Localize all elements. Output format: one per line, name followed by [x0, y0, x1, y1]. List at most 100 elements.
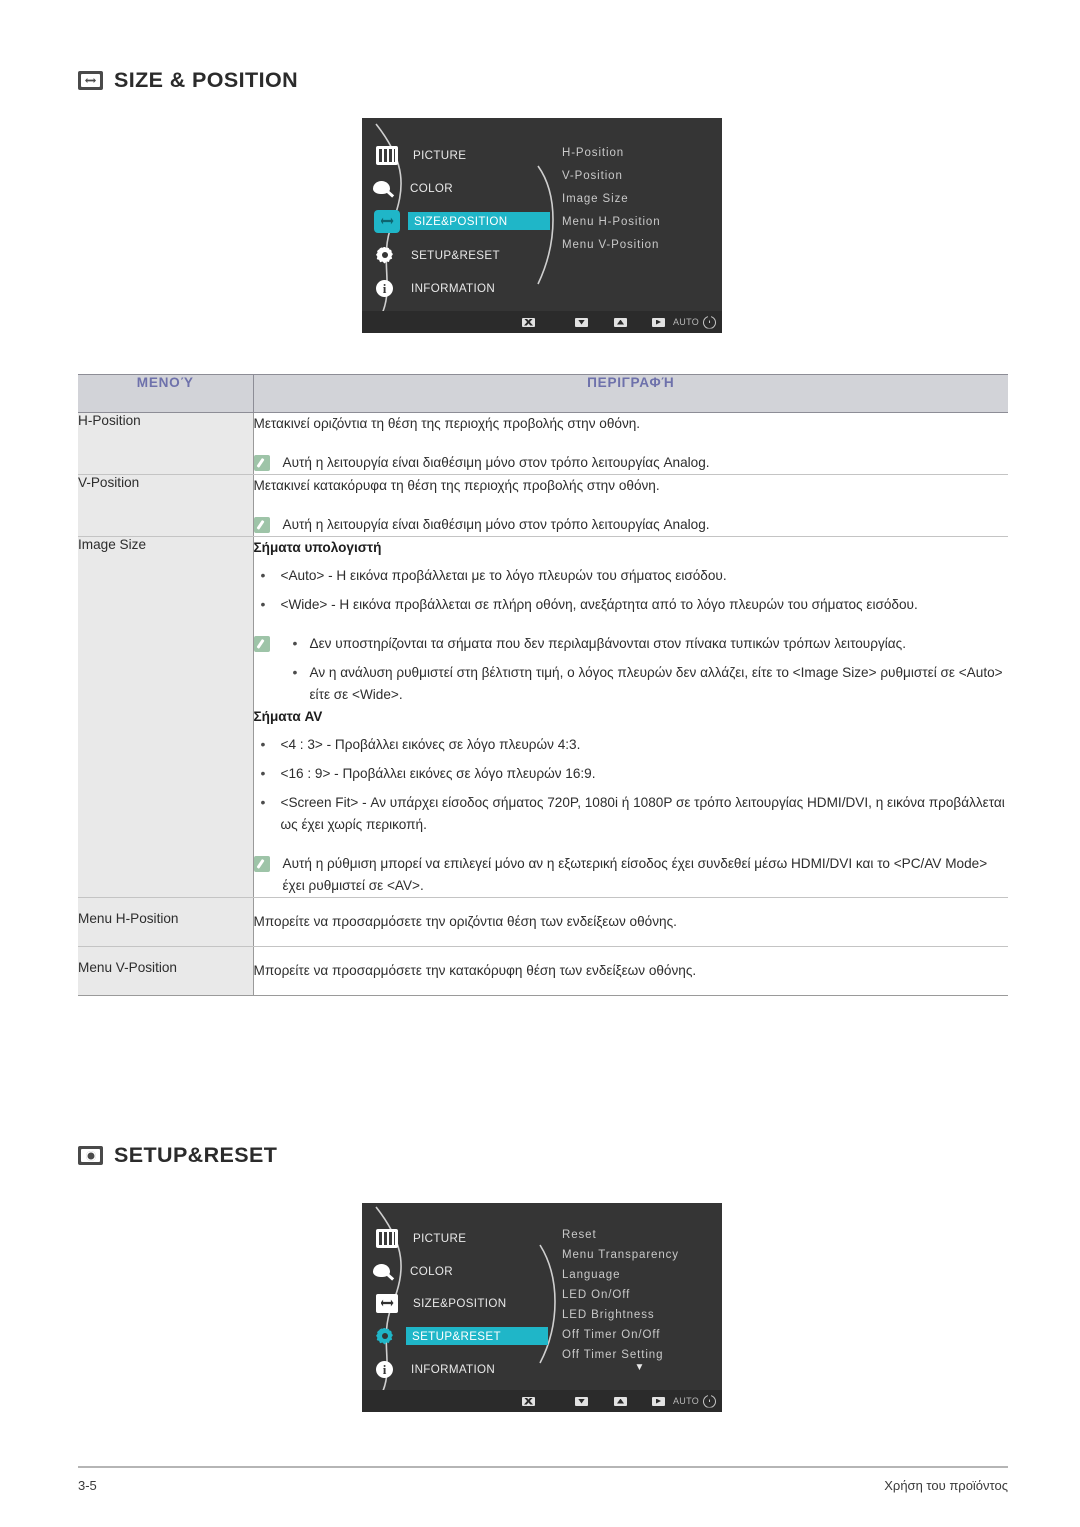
description-text: Μετακινεί κατακόρυφα τη θέση της περιοχή…: [253, 478, 660, 494]
osd-item-information[interactable]: INFORMATION: [374, 277, 500, 299]
enter-icon[interactable]: [652, 317, 665, 327]
down-icon[interactable]: [575, 317, 588, 327]
note-text: Αυτή η ρύθμιση μπορεί να επιλεγεί μόνο α…: [282, 856, 988, 894]
size-position-icon: [78, 71, 103, 90]
osd-item-color[interactable]: COLOR: [373, 177, 458, 199]
osd-button-bar: AUTO: [362, 1390, 722, 1412]
osd-item-size-position[interactable]: SIZE&POSITION: [376, 1292, 511, 1314]
osd-submenu-item[interactable]: LED On/Off: [562, 1289, 717, 1301]
up-icon[interactable]: [614, 1396, 627, 1406]
power-icon[interactable]: [703, 315, 716, 329]
row-menu-name: Menu H-Position: [78, 897, 254, 948]
note-icon: [253, 455, 270, 472]
osd-submenu-item[interactable]: Off Timer On/Off: [562, 1329, 717, 1341]
osd-item-setup-reset[interactable]: SETUP&RESET: [374, 1325, 548, 1347]
palette-icon: [373, 179, 395, 198]
osd-item-label: COLOR: [410, 1264, 453, 1278]
note-icon: [253, 517, 270, 534]
row-description: Μετακινεί κατακόρυφα τη θέση της περιοχή…: [253, 474, 1008, 538]
list-item: Αν η ανάλυση ρυθμιστεί στη βέλτιστη τιμή…: [283, 661, 1009, 706]
osd-submenu-item[interactable]: Reset: [562, 1229, 717, 1241]
table-row: Menu H-Position Μπορείτε να προσαρμόσετε…: [78, 897, 1008, 948]
av-bullet-list: <4 : 3> - Προβάλλει εικόνες σε λόγο πλευ…: [254, 733, 1009, 836]
info-icon: [374, 279, 396, 298]
osd-submenu-item[interactable]: Image Size: [562, 193, 712, 205]
osd-item-label: SETUP&RESET: [411, 248, 500, 262]
osd-submenu-item[interactable]: Menu V-Position: [562, 239, 712, 251]
list-item: <Auto> - Η εικόνα προβάλλεται με το λόγο…: [254, 564, 1009, 587]
row-menu-name: Image Size: [78, 536, 254, 899]
osd-submenu-item[interactable]: H-Position: [562, 147, 712, 159]
osd-submenu-item[interactable]: V-Position: [562, 170, 712, 182]
osd-submenu-item[interactable]: Off Timer Setting: [562, 1349, 717, 1361]
auto-button[interactable]: AUTO: [673, 1396, 699, 1406]
osd-left-menu: PICTURE COLOR SIZE&POSITION SETUP&RESET …: [362, 1203, 564, 1412]
chevron-down-icon[interactable]: ▼: [562, 1362, 717, 1373]
down-icon[interactable]: [575, 1396, 588, 1406]
osd-item-picture[interactable]: PICTURE: [376, 1227, 471, 1249]
osd-item-size-position[interactable]: SIZE&POSITION: [376, 210, 550, 232]
osd-item-label: PICTURE: [413, 148, 467, 162]
osd-button-bar: AUTO: [362, 311, 722, 333]
section-heading-size-position: SIZE & POSITION: [78, 68, 298, 93]
enter-icon[interactable]: [652, 1396, 665, 1406]
description-text: Μετακινεί οριζόντια τη θέση της περιοχής…: [253, 416, 641, 431]
up-icon[interactable]: [614, 317, 627, 327]
info-icon: [374, 1360, 396, 1379]
row-description: Μετακινεί οριζόντια τη θέση της περιοχής…: [253, 412, 1009, 476]
row-description: Σήματα υπολογιστή <Auto> - Η εικόνα προβ…: [253, 536, 1009, 899]
osd-left-menu: PICTURE COLOR SIZE&POSITION SETUP&RESET …: [362, 118, 564, 333]
osd-item-label: SIZE&POSITION: [413, 1296, 507, 1310]
column-header-description: ΠΕΡΙΓΡΑΦΉ: [253, 374, 1008, 413]
osd-submenu-list: H-Position V-Position Image Size Menu H-…: [562, 147, 712, 251]
osd-submenu-item[interactable]: Menu H-Position: [562, 216, 712, 228]
palette-icon: [373, 1262, 395, 1281]
osd-item-information[interactable]: INFORMATION: [374, 1358, 500, 1380]
section-heading-setup-reset: SETUP&RESET: [78, 1143, 277, 1168]
exit-icon[interactable]: [522, 317, 535, 327]
manual-page: SIZE & POSITION PICTURE COLOR SIZE&POSIT…: [0, 0, 1080, 1527]
list-item: <Wide> - Η εικόνα προβάλλεται σε πλήρη ο…: [254, 593, 1009, 616]
note-icon: [253, 856, 270, 873]
osd-item-label: COLOR: [410, 181, 453, 195]
row-menu-name: Menu V-Position: [78, 946, 254, 997]
gear-icon: [374, 1327, 396, 1346]
size-position-icon: [376, 211, 398, 231]
list-item: <16 : 9> - Προβάλλει εικόνες σε λόγο πλε…: [254, 762, 1009, 785]
osd-submenu-item[interactable]: Menu Transparency: [562, 1249, 717, 1261]
osd-item-picture[interactable]: PICTURE: [376, 144, 471, 166]
menu-description-table: ΜΕΝΟΎ ΠΕΡΙΓΡΑΦΉ H-Position Μετακινεί ορι…: [78, 374, 1009, 997]
osd-item-label: INFORMATION: [411, 1362, 496, 1376]
osd-item-setup-reset[interactable]: SETUP&RESET: [374, 244, 505, 266]
exit-icon[interactable]: [522, 1396, 535, 1406]
picture-icon: [376, 1228, 398, 1248]
osd-screenshot-size-position: PICTURE COLOR SIZE&POSITION SETUP&RESET …: [362, 118, 722, 333]
table-row: V-Position Μετακινεί κατακόρυφα τη θέση …: [78, 474, 1008, 538]
pc-note-bullet-list: Δεν υποστηρίζονται τα σήματα που δεν περ…: [283, 632, 1009, 706]
osd-item-color[interactable]: COLOR: [373, 1260, 458, 1282]
column-header-menu: ΜΕΝΟΎ: [78, 374, 254, 413]
chapter-title: Χρήση του προϊόντος: [884, 1478, 1008, 1493]
note-block: Αυτή η λειτουργία είναι διαθέσιμη μόνο σ…: [253, 452, 1009, 474]
auto-button[interactable]: AUTO: [673, 317, 699, 327]
list-item: <4 : 3> - Προβάλλει εικόνες σε λόγο πλευ…: [254, 733, 1009, 756]
osd-submenu-item[interactable]: LED Brightness: [562, 1309, 717, 1321]
page-number: 3-5: [78, 1478, 97, 1493]
list-item: <Screen Fit> - Αν υπάρχει είσοδος σήματο…: [254, 791, 1009, 836]
note-text: Αυτή η λειτουργία είναι διαθέσιμη μόνο σ…: [282, 455, 710, 471]
note-icon: [253, 636, 270, 653]
osd-submenu-item[interactable]: Language: [562, 1269, 717, 1281]
setup-reset-icon: [78, 1146, 103, 1165]
table-row: H-Position Μετακινεί οριζόντια τη θέση τ…: [78, 412, 1009, 476]
row-description: Μπορείτε να προσαρμόσετε την κατακόρυφη …: [253, 946, 1008, 997]
section-title: SETUP&RESET: [114, 1143, 278, 1167]
size-position-icon: [376, 1293, 398, 1313]
row-menu-name: H-Position: [78, 412, 254, 476]
table-row: Menu V-Position Μπορείτε να προσαρμόσετε…: [78, 946, 1008, 997]
power-icon[interactable]: [703, 1394, 716, 1408]
list-item: Δεν υποστηρίζονται τα σήματα που δεν περ…: [283, 632, 1009, 655]
pc-bullet-list: <Auto> - Η εικόνα προβάλλεται με το λόγο…: [254, 564, 1009, 616]
osd-item-label: INFORMATION: [411, 281, 496, 295]
row-menu-name: V-Position: [78, 474, 254, 538]
osd-item-label-selected: SETUP&RESET: [406, 1327, 548, 1345]
